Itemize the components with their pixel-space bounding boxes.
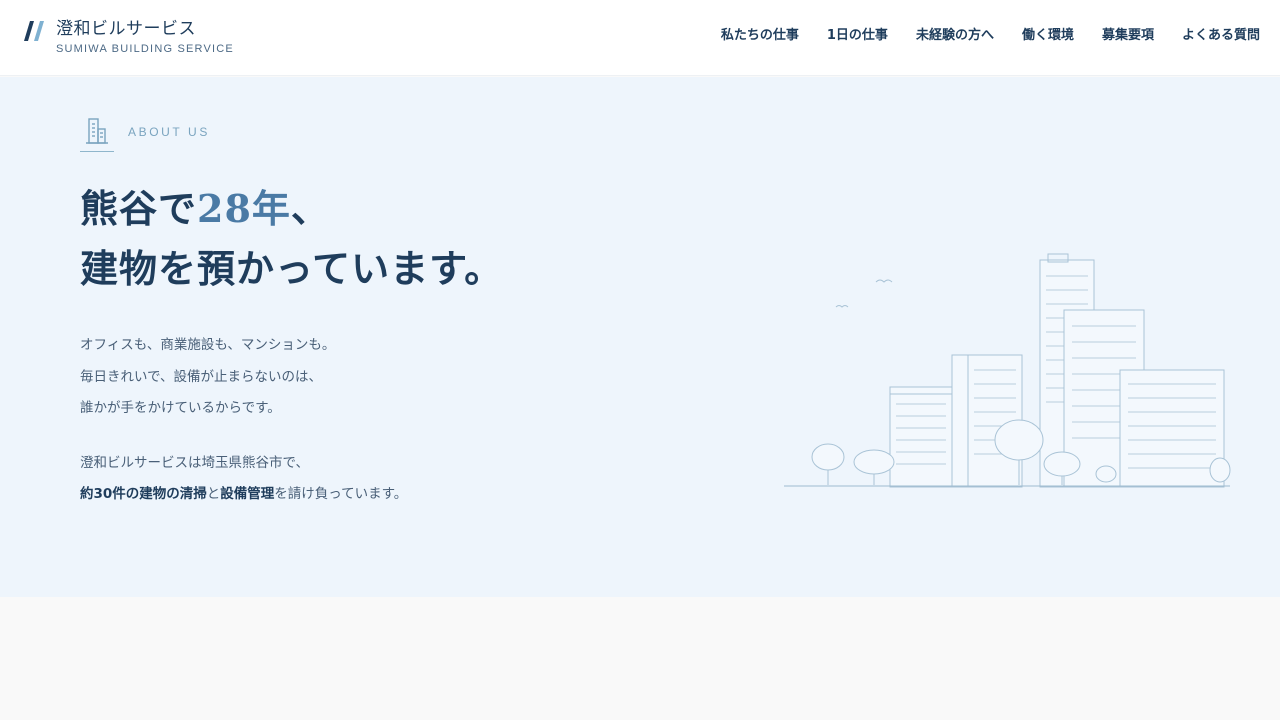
- global-nav: 私たちの仕事 1日の仕事 未経験の方へ 働く環境 募集要項 よくある質問: [693, 27, 1260, 45]
- section-label: ABOUT US: [80, 117, 210, 152]
- building-icon: [86, 118, 108, 144]
- highlight-facility: 設備管理: [220, 486, 275, 502]
- years-highlight: 28年: [197, 186, 291, 231]
- section-label-text: ABOUT US: [128, 124, 210, 139]
- nav-item-beginners[interactable]: 未経験の方へ: [916, 27, 994, 45]
- logo-slash-icon: [24, 21, 44, 41]
- description-line: 誰かが手をかけているからです。: [80, 400, 281, 416]
- description-line: オフィスも、商業施設も、マンションも。: [80, 337, 336, 353]
- nav-item-recruitment[interactable]: 募集要項: [1102, 27, 1154, 45]
- nav-item-environment[interactable]: 働く環境: [1022, 27, 1074, 45]
- city-buildings-illustration: [784, 253, 1231, 488]
- site-logo[interactable]: 澄和ビルサービス SUMIWA BUILDING SERVICE: [24, 18, 234, 55]
- nav-item-daily-work[interactable]: 1日の仕事: [827, 27, 888, 45]
- site-header: 澄和ビルサービス SUMIWA BUILDING SERVICE 私たちの仕事 …: [0, 0, 1280, 76]
- highlight-cleaning: 約30件の建物の清掃: [80, 486, 207, 502]
- description-line: 約30件の建物の清掃と設備管理を請け負っています。: [80, 486, 408, 502]
- hero-heading-line1: 熊谷で28年、: [80, 186, 330, 231]
- hero-heading-line2: 建物を預かっています。: [80, 246, 504, 291]
- description-line: 澄和ビルサービスは埼玉県熊谷市で、: [80, 454, 309, 471]
- logo-name-jp: 澄和ビルサービス: [56, 19, 196, 39]
- about-section: ABOUT US 熊谷で28年、 建物を預かっています。 オフィスも、商業施設も…: [0, 77, 1280, 597]
- logo-name-en: SUMIWA BUILDING SERVICE: [56, 43, 234, 55]
- nav-item-our-work[interactable]: 私たちの仕事: [721, 27, 799, 45]
- hero-heading: 熊谷で28年、 建物を預かっています。: [80, 179, 503, 299]
- nav-item-faq[interactable]: よくある質問: [1182, 27, 1260, 45]
- description-line: 毎日きれいで、設備が止まらないのは、: [80, 368, 323, 385]
- hero-description: オフィスも、商業施設も、マンションも。 毎日きれいで、設備が止まらないのは、 誰…: [80, 330, 407, 511]
